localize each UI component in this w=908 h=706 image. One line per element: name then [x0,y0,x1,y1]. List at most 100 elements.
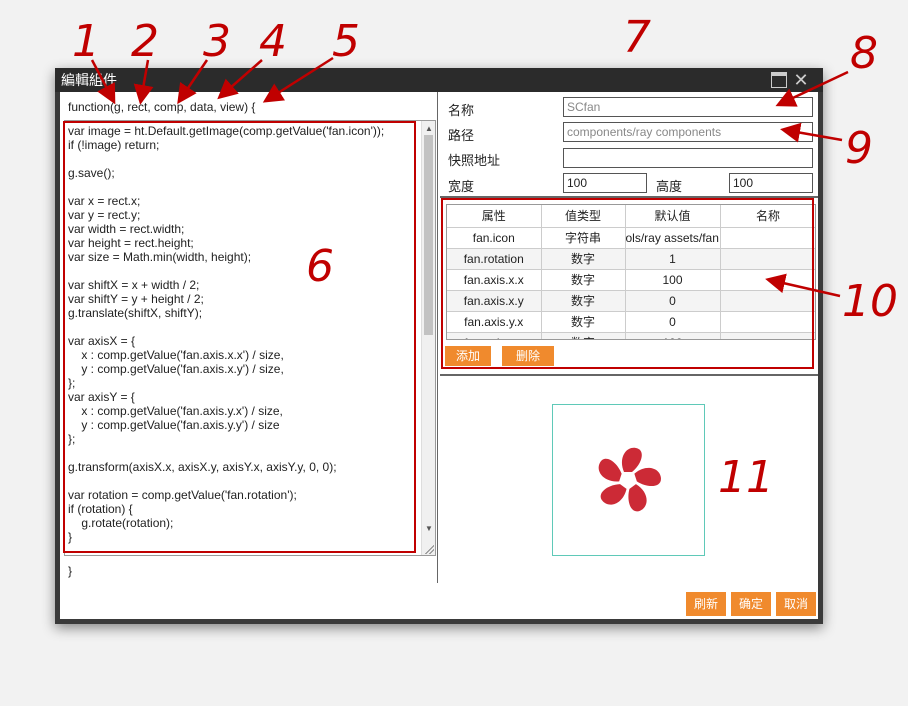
column-header[interactable]: 值类型 [541,205,626,228]
code-line[interactable]: var height = rect.height; [68,236,419,250]
width-label: 宽度 [448,179,475,194]
name-field[interactable]: SCfan [563,97,813,117]
code-line[interactable]: var y = rect.y; [68,208,419,222]
code-scrollbar[interactable]: ▲ ▼ [421,121,435,555]
table-row[interactable]: fan.axis.y.y数字100 [447,332,815,339]
code-line[interactable]: var axisX = { [68,334,419,348]
ok-button[interactable]: 确定 [731,592,771,616]
table-cell[interactable] [720,248,815,270]
code-line[interactable]: x : comp.getValue('fan.axis.x.x') / size… [68,348,419,362]
refresh-button[interactable]: 刷新 [686,592,726,616]
code-line[interactable]: y : comp.getValue('fan.axis.x.y') / size… [68,362,419,376]
table-cell[interactable]: 100 [625,332,721,339]
code-line[interactable]: g.save(); [68,166,419,180]
table-cell[interactable]: 数字 [541,248,626,270]
code-line[interactable]: var size = Math.min(width, height); [68,250,419,264]
table-cell[interactable]: fan.axis.x.y [447,290,542,312]
table-cell[interactable]: 数字 [541,290,626,312]
table-cell[interactable]: fan.axis.y.x [447,311,542,333]
table-cell[interactable]: ols/ray assets/fan [625,227,721,249]
table-cell[interactable]: 0 [625,290,721,312]
table-cell[interactable]: 字符串 [541,227,626,249]
snapshot-field[interactable] [563,148,813,168]
table-cell[interactable]: fan.rotation [447,248,542,270]
column-header[interactable]: 默认值 [625,205,721,228]
code-line[interactable]: var axisY = { [68,390,419,404]
code-line[interactable]: var image = ht.Default.getImage(comp.get… [68,124,419,138]
annotation-label: 10 [842,276,898,327]
code-editor[interactable]: var image = ht.Default.getImage(comp.get… [64,120,436,556]
height-label: 高度 [656,179,683,194]
scroll-up-icon[interactable]: ▲ [425,124,433,133]
code-line[interactable]: g.transform(axisX.x, axisX.y, axisY.x, a… [68,460,419,474]
code-line[interactable]: if (rotation) { [68,502,419,516]
property-table[interactable]: 属性 值类型 默认值 名称 fan.icon 字符串 ols/ray assets/… [446,204,816,340]
code-line[interactable]: } [68,530,419,544]
add-button[interactable]: 添加 [445,346,491,366]
table-cell[interactable]: 数字 [541,332,626,339]
table-cell[interactable] [720,269,815,291]
resize-grip-icon[interactable] [424,544,434,554]
code-line[interactable]: var width = rect.width; [68,222,419,236]
table-row[interactable]: fan.axis.y.x 数字 0 [447,311,815,333]
table-cell[interactable] [720,332,815,339]
properties-pane: 名称 SCfan 路径 components/ray components 快照… [440,92,818,583]
code-line[interactable]: var x = rect.x; [68,194,419,208]
code-line[interactable]: }; [68,432,419,446]
dialog-titlebar[interactable]: 編輯組件 ✕ [55,68,823,92]
code-line[interactable]: var shiftY = y + height / 2; [68,292,419,306]
annotation-label: 2 [131,16,159,67]
table-row[interactable]: fan.axis.x.x 数字 100 [447,269,815,291]
table-row[interactable]: fan.rotation 数字 1 [447,248,815,270]
table-row[interactable]: fan.icon 字符串 ols/ray assets/fan [447,227,815,249]
column-header[interactable]: 属性 [447,205,542,228]
dialog-body: function(g, rect, comp, data, view) { va… [60,92,818,619]
code-line[interactable] [68,264,419,278]
code-line[interactable]: y : comp.getValue('fan.axis.y.y') / size [68,418,419,432]
table-cell[interactable] [720,290,815,312]
table-cell[interactable]: 100 [625,269,721,291]
code-line[interactable]: g.rotate(rotation); [68,516,419,530]
code-line[interactable]: g.translate(shiftX, shiftY); [68,306,419,320]
table-cell[interactable]: fan.axis.y.y [447,332,542,339]
code-line[interactable] [68,446,419,460]
table-cell[interactable]: fan.axis.x.x [447,269,542,291]
dialog-title: 編輯組件 [61,72,117,88]
width-field[interactable]: 100 [563,173,647,193]
height-field[interactable]: 100 [729,173,813,193]
code-line[interactable]: var rotation = comp.getValue('fan.rotati… [68,488,419,502]
table-cell[interactable]: 0 [625,311,721,333]
scroll-thumb[interactable] [424,135,433,335]
code-line[interactable] [68,474,419,488]
table-cell[interactable]: 数字 [541,311,626,333]
table-cell[interactable] [720,311,815,333]
code-line[interactable]: x : comp.getValue('fan.axis.y.x') / size… [68,404,419,418]
close-icon[interactable]: ✕ [793,71,809,89]
maximize-icon[interactable] [771,72,787,88]
code-text[interactable]: var image = ht.Default.getImage(comp.get… [67,124,419,554]
table-header-row: 属性 值类型 默认值 名称 [447,205,815,228]
delete-button[interactable]: 删除 [502,346,554,366]
table-row[interactable]: fan.axis.x.y 数字 0 [447,290,815,312]
divider [440,374,818,376]
code-line[interactable] [68,152,419,166]
path-field[interactable]: components/ray components [563,122,813,142]
fan-icon [598,447,661,512]
scroll-down-icon[interactable]: ▼ [425,524,433,533]
code-line[interactable]: }; [68,376,419,390]
code-line[interactable] [68,320,419,334]
annotation-label: 3 [203,16,231,67]
table-cell[interactable] [720,227,815,249]
column-header[interactable]: 名称 [720,205,815,228]
table-cell[interactable]: 数字 [541,269,626,291]
table-cell[interactable]: fan.icon [447,227,542,249]
code-line[interactable]: var shiftX = x + width / 2; [68,278,419,292]
annotation-label: 5 [332,16,360,67]
code-line[interactable]: if (!image) return; [68,138,419,152]
edit-component-dialog: 編輯組件 ✕ function(g, rect, comp, data, vie… [55,68,823,624]
table-cell[interactable]: 1 [625,248,721,270]
code-line[interactable] [68,180,419,194]
path-label: 路径 [448,128,475,143]
cancel-button[interactable]: 取消 [776,592,816,616]
snapshot-label: 快照地址 [448,153,501,168]
